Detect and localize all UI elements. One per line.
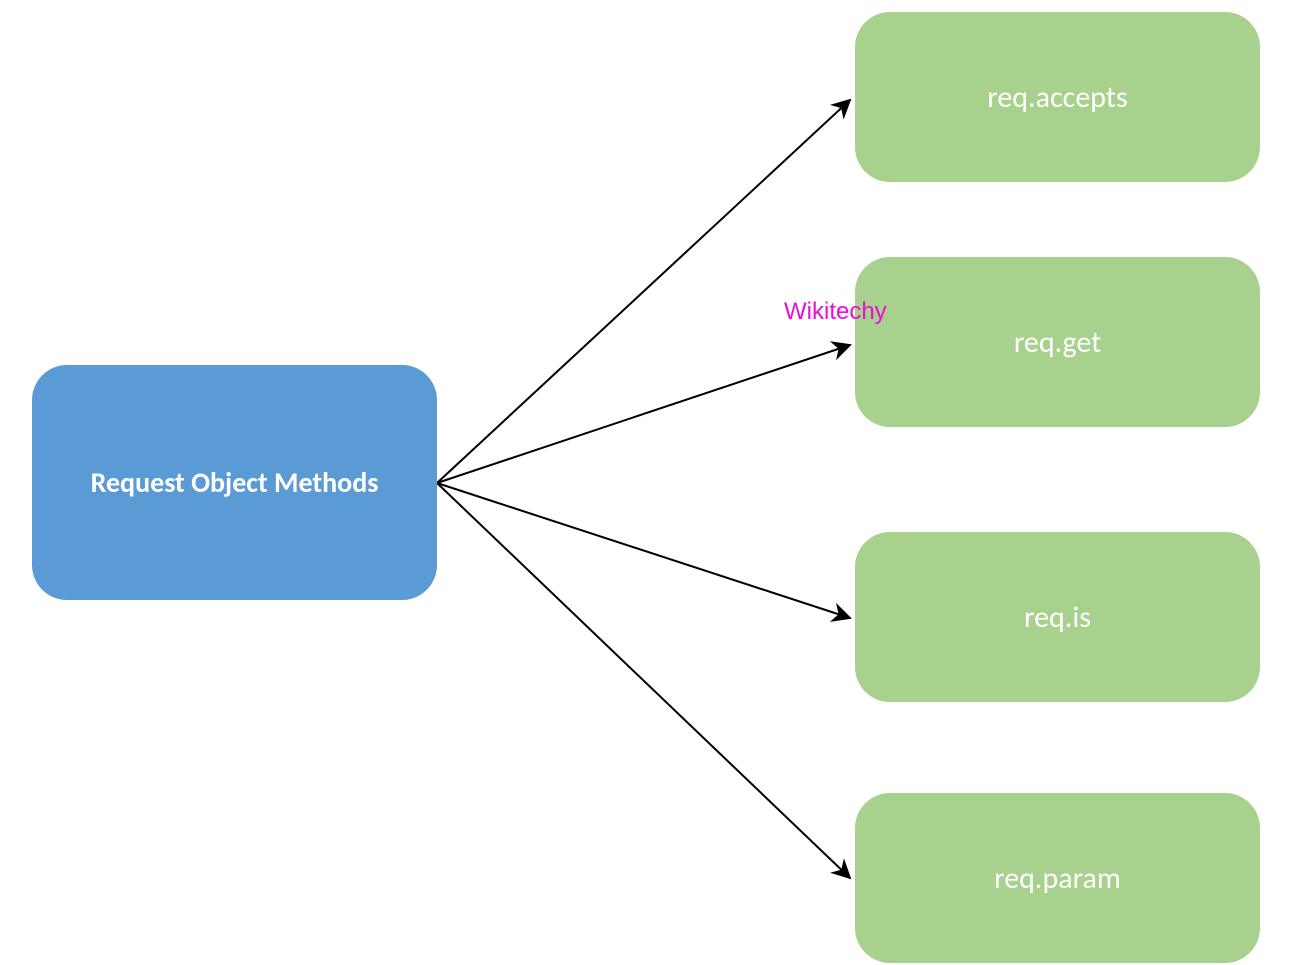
watermark-text: Wikitechy — [784, 298, 887, 326]
target-node-1-label: req.accepts — [987, 79, 1127, 116]
target-node-4-label: req.param — [994, 860, 1121, 897]
source-node-label: Request Object Methods — [91, 465, 379, 500]
target-node-2-label: req.get — [1014, 324, 1101, 361]
target-node-3: req.is — [855, 532, 1260, 702]
target-node-3-label: req.is — [1024, 599, 1091, 636]
target-node-4: req.param — [855, 793, 1260, 963]
target-node-2: req.get — [855, 257, 1260, 427]
arrow-line-2 — [437, 345, 850, 483]
diagram-container: Request Object Methods req.accepts req.g… — [0, 0, 1312, 965]
target-node-1: req.accepts — [855, 12, 1260, 182]
arrow-line-4 — [437, 483, 850, 878]
source-node: Request Object Methods — [32, 365, 437, 600]
arrow-line-1 — [437, 100, 850, 483]
arrow-line-3 — [437, 483, 850, 618]
